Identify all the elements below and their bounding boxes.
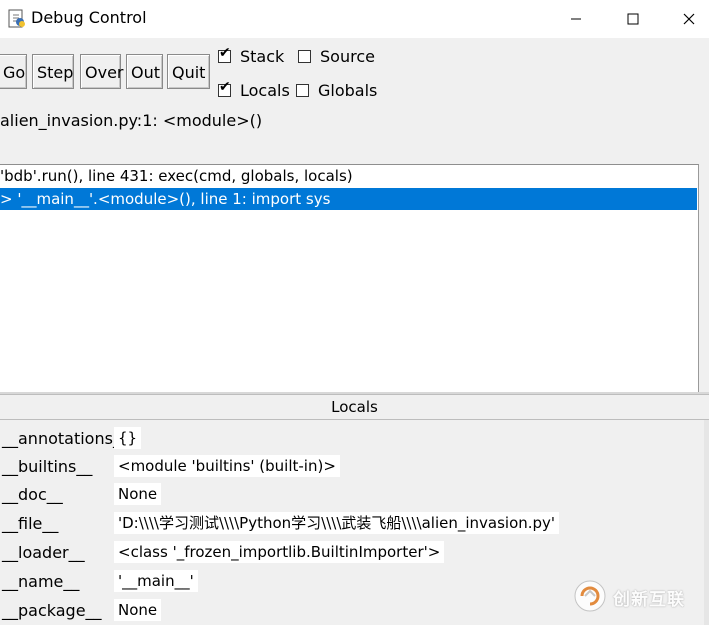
variable-value[interactable]: None [114, 483, 162, 505]
window-title: Debug Control [31, 8, 147, 27]
over-button[interactable]: Over [80, 54, 123, 89]
variable-name: __file__ [2, 514, 59, 533]
locals-row: __annotations__ {} [0, 425, 709, 452]
chuangxin-logo-icon [574, 580, 606, 612]
locals-header: Locals [0, 394, 709, 420]
watermark: 创新互联 [573, 579, 703, 613]
python-idle-icon [8, 9, 25, 28]
maximize-icon [627, 13, 639, 25]
close-button[interactable] [666, 0, 709, 38]
variable-name: __doc__ [2, 485, 63, 504]
stack-frame-item-selected[interactable]: > '__main__'.<module>(), line 1: import … [0, 188, 697, 210]
stack-checkbox[interactable]: ✔ Stack [218, 46, 284, 66]
globals-checkbox-box[interactable] [296, 83, 309, 97]
checkmark-icon: ✔ [219, 44, 231, 61]
globals-checkbox-label: Globals [318, 80, 378, 100]
variable-value[interactable]: 'D:\\\\学习测试\\\\Python学习\\\\武装飞船\\\\alien… [114, 512, 560, 534]
out-button[interactable]: Out [126, 54, 163, 89]
locals-checkbox-box[interactable]: ✔ [218, 80, 231, 97]
go-button[interactable]: Go [0, 54, 27, 89]
locals-checkbox-label: Locals [240, 80, 290, 100]
locals-row: __loader__ <class '_frozen_importlib.Bui… [0, 539, 709, 566]
variable-name: __builtins__ [2, 457, 93, 476]
source-checkbox-box[interactable] [298, 49, 311, 63]
locals-row: __builtins__ <module 'builtins' (built-i… [0, 453, 709, 480]
title-bar: Debug Control [0, 0, 709, 38]
checkmark-icon: ✔ [219, 78, 231, 95]
stack-checkbox-label: Stack [240, 46, 285, 66]
locals-row: __file__ 'D:\\\\学习测试\\\\Python学习\\\\武装飞船… [0, 510, 709, 537]
source-checkbox-label: Source [320, 46, 375, 66]
variable-name: __annotations__ [2, 429, 129, 448]
locals-scrollbar[interactable] [704, 420, 709, 625]
globals-checkbox[interactable]: Globals [296, 80, 377, 100]
minimize-button[interactable] [553, 0, 599, 38]
variable-name: __package__ [2, 601, 102, 620]
status-line: alien_invasion.py:1: <module>() [0, 111, 263, 130]
close-icon [683, 13, 695, 25]
locals-checkbox[interactable]: ✔ Locals [218, 80, 290, 100]
variable-name: __loader__ [2, 543, 85, 562]
source-checkbox[interactable]: Source [298, 46, 375, 66]
minimize-icon [571, 18, 581, 20]
step-button[interactable]: Step [32, 54, 74, 89]
variable-name: __name__ [2, 572, 80, 591]
maximize-button[interactable] [610, 0, 656, 38]
stack-list[interactable]: 'bdb'.run(), line 431: exec(cmd, globals… [0, 164, 699, 392]
watermark-text: 创新互联 [613, 590, 685, 610]
variable-value[interactable]: None [114, 599, 162, 621]
stack-checkbox-box[interactable]: ✔ [218, 46, 231, 63]
variable-value[interactable]: {} [114, 427, 142, 449]
variable-value[interactable]: <module 'builtins' (built-in)> [114, 455, 340, 477]
stack-frame-item[interactable]: 'bdb'.run(), line 431: exec(cmd, globals… [0, 165, 697, 187]
variable-value[interactable]: <class '_frozen_importlib.BuiltinImporte… [114, 541, 445, 563]
variable-value[interactable]: '__main__' [114, 570, 198, 592]
locals-row: __doc__ None [0, 481, 709, 508]
quit-button[interactable]: Quit [167, 54, 210, 89]
